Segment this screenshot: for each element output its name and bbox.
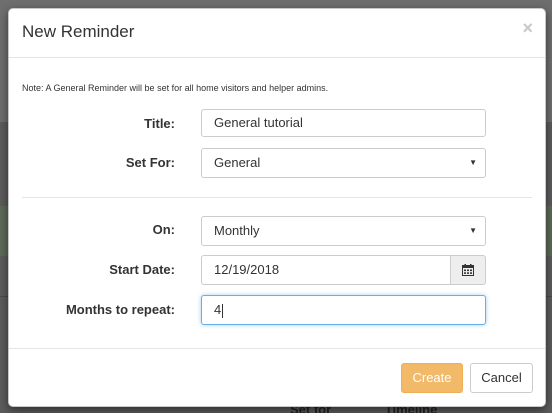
start-date-label: Start Date: [109,262,175,277]
text-cursor [222,303,224,318]
months-to-repeat-input[interactable]: 4 [201,295,486,325]
calendar-glyph [462,264,474,276]
cancel-button[interactable]: Cancel [470,363,533,393]
title-label: Title: [144,116,175,131]
months-to-repeat-label: Months to repeat: [65,302,175,317]
set-for-label: Set For: [125,155,175,170]
new-reminder-modal: New Reminder × Note: A General Reminder … [8,8,546,407]
modal-header: New Reminder × [9,9,545,58]
create-button[interactable]: Create [401,363,463,393]
set-for-select[interactable]: General [201,148,486,178]
title-input[interactable]: General tutorial [201,109,486,137]
reminder-note: Note: A General Reminder will be set for… [22,83,329,93]
close-icon[interactable]: × [522,19,533,37]
calendar-icon[interactable] [450,255,486,285]
form-divider [22,197,532,198]
start-date-input[interactable]: 12/19/2018 [201,255,451,285]
set-for-value: General [214,155,261,170]
modal-footer-divider [9,348,545,349]
on-value: Monthly [214,223,260,238]
modal-title: New Reminder [22,22,135,41]
months-to-repeat-value: 4 [214,302,222,317]
on-select[interactable]: Monthly [201,216,486,246]
on-label: On: [152,222,175,237]
